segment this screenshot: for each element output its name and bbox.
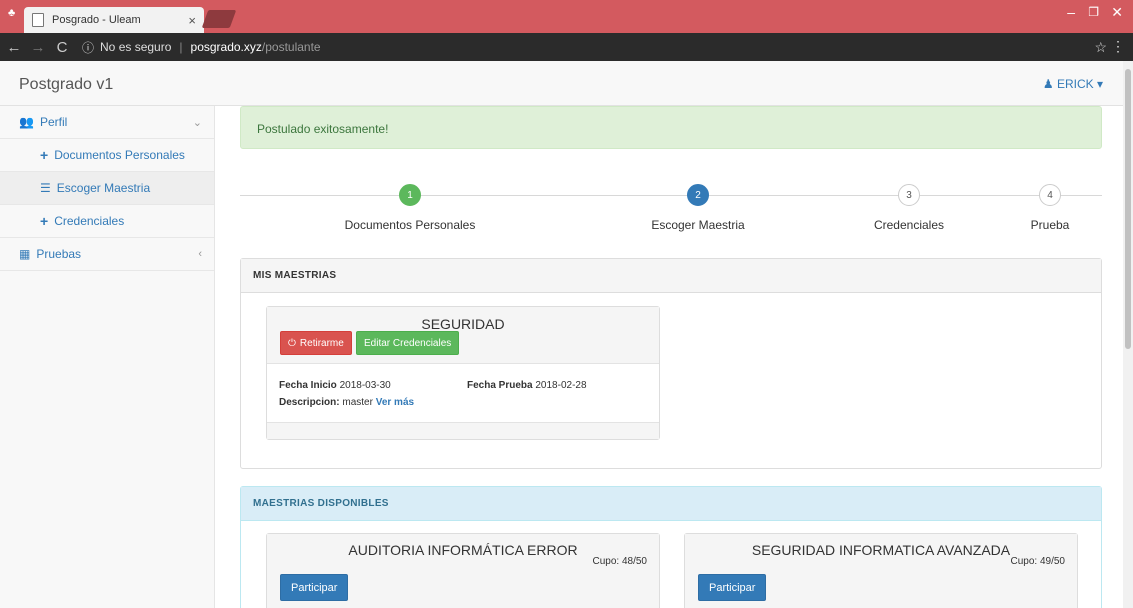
card-footer [267, 422, 659, 439]
step-1[interactable]: 1 [399, 184, 421, 206]
user-name: ERICK [1056, 77, 1094, 91]
new-tab-button[interactable] [201, 10, 237, 28]
sidebar-item-label: Escoger Maestria [56, 181, 151, 195]
maestria-card: AUDITORIA INFORMÁTICA ERROR Cupo: 48/50 … [266, 533, 660, 608]
main-content: Postulado exitosamente! 1 2 3 4 Document… [215, 106, 1133, 608]
film-icon: ▦ [19, 247, 31, 261]
browser-tab[interactable]: Posgrado - Uleam × [24, 7, 204, 33]
forward-icon[interactable]: → [28, 39, 48, 56]
sidebar-item-label: Credenciales [54, 214, 125, 228]
cupo-label: Cupo: 48/50 [592, 556, 648, 567]
tab-close-icon[interactable]: × [188, 13, 196, 28]
url-host: posgrado.xyz [190, 40, 262, 54]
minimize-icon[interactable]: – [1067, 4, 1075, 20]
card-header: SEGURIDAD ⏻ Retirarme Editar Credenciale… [267, 307, 659, 364]
chevron-down-icon: ⌄ [192, 116, 202, 129]
plus-icon: + [40, 213, 49, 229]
step-3[interactable]: 3 [898, 184, 920, 206]
card-header: SEGURIDAD INFORMATICA AVANZADA Cupo: 49/… [685, 534, 1077, 608]
reload-icon[interactable]: C [52, 39, 72, 56]
sidebar-item-label: Perfil [39, 115, 68, 129]
sidebar-item-label: Documentos Personales [54, 148, 185, 162]
sidebar: 👥 Perfil ⌄ + Documentos Personales ☰ Esc… [0, 106, 215, 608]
scrollbar-thumb[interactable] [1125, 69, 1131, 349]
browser-titlebar: ♣ Posgrado - Uleam × – ❐ ✕ [0, 0, 1133, 33]
maestria-card: SEGURIDAD INFORMATICA AVANZADA Cupo: 49/… [684, 533, 1078, 608]
mis-maestrias-panel: MIS MAESTRIAS SEGURIDAD ⏻ Retirarme Edit… [240, 258, 1102, 469]
page-scrollbar[interactable] [1123, 61, 1133, 608]
sidebar-item-pruebas[interactable]: ▦ Pruebas ‹ [0, 238, 214, 271]
page-icon [32, 13, 44, 27]
address-bar: ← → C ⓘ No es seguro | posgrado.xyz/post… [0, 33, 1133, 61]
step-4[interactable]: 4 [1039, 184, 1061, 206]
power-icon: ⏻ [288, 337, 296, 349]
caret-down-icon: ▾ [1096, 77, 1103, 91]
bookmark-star-icon[interactable]: ☆ [1094, 39, 1107, 56]
sidebar-item-perfil[interactable]: 👥 Perfil ⌄ [0, 106, 214, 139]
chevron-left-icon: ‹ [198, 248, 202, 260]
success-alert: Postulado exitosamente! [240, 106, 1102, 149]
sidebar-item-documentos[interactable]: + Documentos Personales [0, 139, 214, 172]
maximize-icon[interactable]: ❐ [1088, 5, 1099, 19]
step-label: Escoger Maestria [651, 218, 745, 232]
url-path: /postulante [261, 40, 321, 54]
url-field[interactable]: ⓘ No es seguro | posgrado.xyz/postulante [82, 39, 321, 56]
retirarme-label: Retirarme [299, 337, 344, 349]
step-label: Documentos Personales [344, 218, 476, 232]
info-icon[interactable]: ⓘ [82, 39, 94, 56]
panel-heading: MAESTRIAS DISPONIBLES [241, 487, 1101, 521]
plus-icon: + [40, 147, 49, 163]
user-icon: ♟ [1042, 77, 1054, 91]
app-navbar: Postgrado v1 ♟ ERICK ▾ [0, 61, 1133, 106]
url-separator: | [179, 40, 183, 54]
cupo-label: Cupo: 49/50 [1010, 556, 1066, 567]
maestrias-disponibles-panel: MAESTRIAS DISPONIBLES AUDITORIA INFORMÁT… [240, 486, 1102, 608]
incognito-icon: ♣ [8, 7, 16, 19]
fecha-prueba: Fecha Prueba 2018-02-28 [467, 380, 587, 391]
list-icon: ☰ [40, 181, 51, 195]
participar-button[interactable]: Participar [280, 574, 349, 601]
menu-icon[interactable]: ⋮ [1111, 38, 1125, 55]
sidebar-item-escoger-maestria[interactable]: ☰ Escoger Maestria [0, 172, 214, 205]
fecha-inicio: Fecha Inicio 2018-03-30 [279, 380, 391, 391]
step-2[interactable]: 2 [687, 184, 709, 206]
editar-credenciales-button[interactable]: Editar Credenciales [356, 331, 460, 355]
tab-title: Posgrado - Uleam [52, 14, 141, 26]
step-label: Prueba [1030, 218, 1070, 232]
panel-heading: MIS MAESTRIAS [241, 259, 1101, 293]
descripcion: Descripcion: master Ver más [279, 397, 415, 408]
security-label: No es seguro [100, 40, 172, 54]
ver-mas-link[interactable]: Ver más [376, 397, 414, 408]
users-icon: 👥 [19, 115, 34, 129]
sidebar-item-label: Pruebas [36, 247, 82, 261]
user-menu[interactable]: ♟ ERICK ▾ [1043, 77, 1103, 91]
wizard-line [240, 195, 1102, 196]
card-title: SEGURIDAD [421, 316, 505, 332]
brand[interactable]: Postgrado v1 [19, 76, 113, 94]
maestria-card: SEGURIDAD ⏻ Retirarme Editar Credenciale… [266, 306, 660, 440]
step-label: Credenciales [873, 218, 945, 232]
participar-button[interactable]: Participar [698, 574, 767, 601]
sidebar-item-credenciales[interactable]: + Credenciales [0, 205, 214, 238]
retirarme-button[interactable]: ⏻ Retirarme [280, 331, 352, 355]
close-window-icon[interactable]: ✕ [1111, 4, 1123, 21]
card-header: AUDITORIA INFORMÁTICA ERROR Cupo: 48/50 … [267, 534, 659, 608]
back-icon[interactable]: ← [4, 39, 24, 56]
